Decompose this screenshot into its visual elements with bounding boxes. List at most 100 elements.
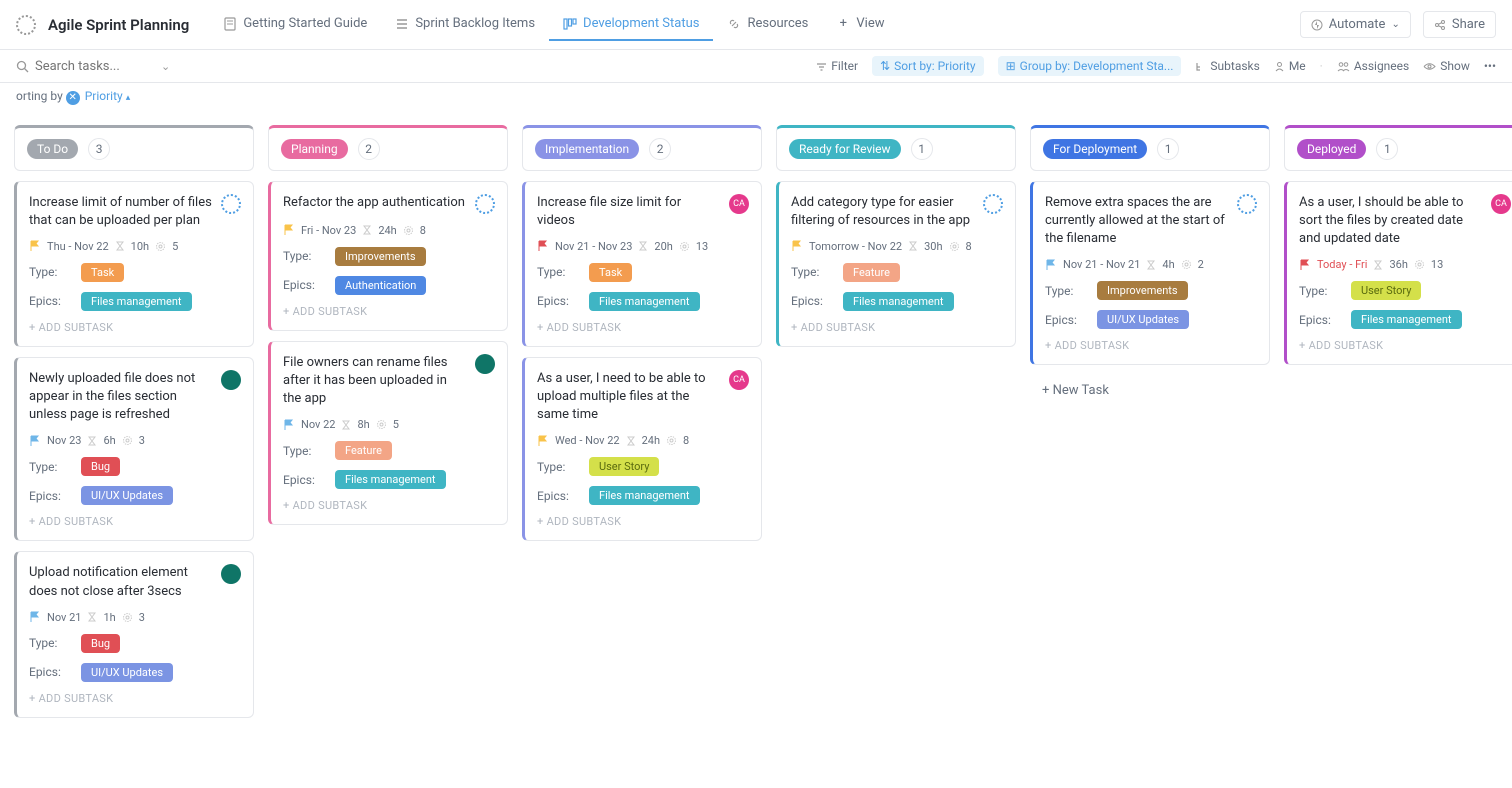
tab-development-status[interactable]: Development Status bbox=[549, 8, 713, 41]
show-button[interactable]: Show bbox=[1423, 59, 1470, 73]
type-tag[interactable]: Task bbox=[589, 263, 632, 282]
subtasks-label: Subtasks bbox=[1210, 59, 1259, 73]
type-tag[interactable]: User Story bbox=[589, 457, 659, 476]
task-card[interactable]: Remove extra spaces the are currently al… bbox=[1030, 181, 1270, 366]
type-tag[interactable]: Task bbox=[81, 263, 124, 282]
tab-getting-started[interactable]: Getting Started Guide bbox=[209, 8, 381, 41]
epic-tag[interactable]: UI/UX Updates bbox=[81, 663, 173, 682]
due-date[interactable]: Thu - Nov 22 bbox=[47, 240, 109, 253]
card-title: As a user, I need to be able to upload m… bbox=[537, 370, 721, 425]
type-tag[interactable]: Feature bbox=[843, 263, 900, 282]
assignee-avatar[interactable] bbox=[221, 194, 241, 214]
due-date[interactable]: Wed - Nov 22 bbox=[555, 434, 620, 447]
due-date[interactable]: Nov 21 bbox=[47, 611, 81, 624]
assignee-avatar[interactable] bbox=[475, 194, 495, 214]
epic-tag[interactable]: Files management bbox=[335, 470, 446, 489]
subtasks-button[interactable]: Subtasks bbox=[1195, 59, 1259, 73]
share-button[interactable]: Share bbox=[1423, 11, 1496, 38]
epic-tag[interactable]: UI/UX Updates bbox=[1097, 310, 1189, 329]
priority-flag-icon[interactable] bbox=[283, 419, 295, 431]
task-card[interactable]: Upload notification element does not clo… bbox=[14, 551, 254, 717]
priority-flag-icon[interactable] bbox=[1045, 259, 1057, 271]
due-date[interactable]: Today - Fri bbox=[1317, 258, 1367, 271]
task-card[interactable]: Increase file size limit for videos CA N… bbox=[522, 181, 762, 347]
priority-flag-icon[interactable] bbox=[1299, 259, 1311, 271]
due-date[interactable]: Fri - Nov 23 bbox=[301, 224, 356, 237]
assignee-avatar[interactable] bbox=[221, 564, 241, 584]
add-subtask-button[interactable]: + ADD SUBTASK bbox=[1299, 339, 1511, 352]
priority-flag-icon[interactable] bbox=[29, 611, 41, 623]
type-tag[interactable]: Bug bbox=[81, 457, 120, 476]
epic-tag[interactable]: Files management bbox=[843, 292, 954, 311]
type-tag[interactable]: User Story bbox=[1351, 281, 1421, 300]
task-card[interactable]: Add category type for easier filtering o… bbox=[776, 181, 1016, 347]
assignee-avatar[interactable] bbox=[475, 354, 495, 374]
sort-button[interactable]: ⇅ Sort by: Priority bbox=[872, 56, 984, 76]
epic-tag[interactable]: UI/UX Updates bbox=[81, 486, 173, 505]
task-card[interactable]: Newly uploaded file does not appear in t… bbox=[14, 357, 254, 542]
add-subtask-button[interactable]: + ADD SUBTASK bbox=[29, 321, 241, 334]
due-date[interactable]: Tomorrow - Nov 22 bbox=[809, 240, 902, 253]
due-date[interactable]: Nov 23 bbox=[47, 434, 81, 447]
task-card[interactable]: Increase limit of number of files that c… bbox=[14, 181, 254, 347]
sort-value[interactable]: Priority bbox=[85, 89, 123, 103]
type-tag[interactable]: Improvements bbox=[1097, 281, 1188, 300]
task-card[interactable]: Refactor the app authentication Fri - No… bbox=[268, 181, 508, 331]
tab-resources[interactable]: Resources bbox=[713, 8, 822, 41]
column-header[interactable]: Ready for Review 1 bbox=[776, 125, 1016, 171]
new-task-button[interactable]: + New Task bbox=[1030, 375, 1270, 406]
epic-tag[interactable]: Files management bbox=[589, 292, 700, 311]
priority-flag-icon[interactable] bbox=[537, 435, 549, 447]
column-header[interactable]: Implementation 2 bbox=[522, 125, 762, 171]
assignee-avatar[interactable] bbox=[221, 370, 241, 390]
column-header[interactable]: Planning 2 bbox=[268, 125, 508, 171]
assignees-button[interactable]: Assignees bbox=[1337, 59, 1409, 73]
type-tag[interactable]: Improvements bbox=[335, 247, 426, 266]
assignee-avatar[interactable] bbox=[1237, 194, 1257, 214]
type-tag[interactable]: Bug bbox=[81, 634, 120, 653]
search-input[interactable] bbox=[35, 59, 155, 74]
add-subtask-button[interactable]: + ADD SUBTASK bbox=[283, 305, 495, 318]
type-field: Type: Bug bbox=[29, 634, 241, 653]
due-date[interactable]: Nov 21 - Nov 21 bbox=[1063, 258, 1140, 271]
chevron-down-icon[interactable]: ⌄ bbox=[161, 60, 170, 73]
priority-flag-icon[interactable] bbox=[29, 240, 41, 252]
group-button[interactable]: ⊞ Group by: Development Sta... bbox=[998, 56, 1182, 76]
priority-flag-icon[interactable] bbox=[283, 224, 295, 236]
epic-tag[interactable]: Files management bbox=[1351, 310, 1462, 329]
priority-flag-icon[interactable] bbox=[791, 240, 803, 252]
search-box[interactable]: ⌄ bbox=[16, 59, 216, 74]
assignee-avatar[interactable]: CA bbox=[729, 370, 749, 390]
me-button[interactable]: Me bbox=[1274, 59, 1306, 73]
due-date[interactable]: Nov 21 - Nov 23 bbox=[555, 240, 632, 253]
epic-tag[interactable]: Files management bbox=[589, 486, 700, 505]
tab-add-view[interactable]: + View bbox=[822, 8, 898, 41]
task-card[interactable]: As a user, I need to be able to upload m… bbox=[522, 357, 762, 542]
epic-tag[interactable]: Authentication bbox=[335, 276, 426, 295]
column-header[interactable]: For Deployment 1 bbox=[1030, 125, 1270, 171]
add-subtask-button[interactable]: + ADD SUBTASK bbox=[283, 499, 495, 512]
column-header[interactable]: Deployed 1 bbox=[1284, 125, 1512, 171]
add-subtask-button[interactable]: + ADD SUBTASK bbox=[29, 515, 241, 528]
type-tag[interactable]: Feature bbox=[335, 441, 392, 460]
add-subtask-button[interactable]: + ADD SUBTASK bbox=[29, 692, 241, 705]
priority-flag-icon[interactable] bbox=[29, 435, 41, 447]
add-subtask-button[interactable]: + ADD SUBTASK bbox=[791, 321, 1003, 334]
priority-flag-icon[interactable] bbox=[537, 240, 549, 252]
assignee-avatar[interactable] bbox=[983, 194, 1003, 214]
clear-sort-button[interactable]: ✕ bbox=[66, 91, 80, 105]
automate-button[interactable]: Automate ⌄ bbox=[1300, 11, 1411, 38]
add-subtask-button[interactable]: + ADD SUBTASK bbox=[537, 321, 749, 334]
epic-tag[interactable]: Files management bbox=[81, 292, 192, 311]
add-subtask-button[interactable]: + ADD SUBTASK bbox=[1045, 339, 1257, 352]
assignee-avatar[interactable]: CA bbox=[1491, 194, 1511, 214]
column-header[interactable]: To Do 3 bbox=[14, 125, 254, 171]
due-date[interactable]: Nov 22 bbox=[301, 418, 335, 431]
task-card[interactable]: File owners can rename files after it ha… bbox=[268, 341, 508, 526]
add-subtask-button[interactable]: + ADD SUBTASK bbox=[537, 515, 749, 528]
filter-button[interactable]: Filter bbox=[816, 59, 858, 73]
more-button[interactable]: ••• bbox=[1484, 59, 1496, 73]
assignee-avatar[interactable]: CA bbox=[729, 194, 749, 214]
task-card[interactable]: As a user, I should be able to sort the … bbox=[1284, 181, 1512, 366]
tab-sprint-backlog[interactable]: Sprint Backlog Items bbox=[381, 8, 549, 41]
